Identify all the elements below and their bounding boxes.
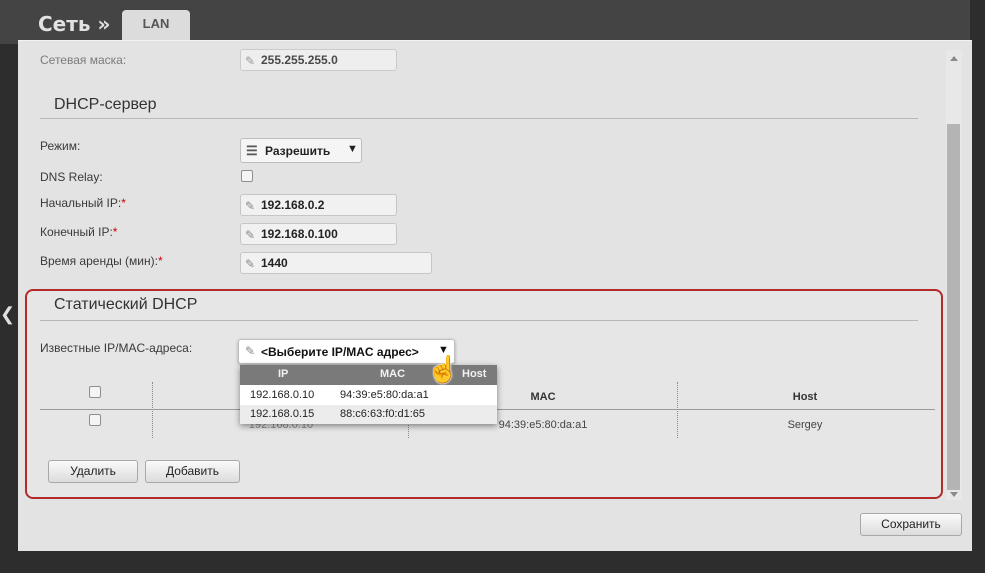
divider [40,320,918,321]
scrollbar[interactable] [946,50,962,500]
delete-button[interactable]: Удалить [48,460,138,483]
top-bar: Сеть » LAN [0,0,970,44]
scroll-down-icon[interactable] [950,492,958,497]
add-button[interactable]: Добавить [145,460,240,483]
column-separator [152,382,153,438]
pencil-icon: ✎ [245,257,256,271]
row-checkbox[interactable] [89,414,101,426]
back-arrow-icon[interactable]: ❮ [0,305,15,323]
dhcp-server-title: DHCP-сервер [54,96,157,113]
divider [40,118,918,119]
row-host: Sergey [787,419,823,431]
dropdown-header-ip: IP [278,368,289,380]
dropdown-arrow-icon: ▼ [347,143,358,155]
dns-relay-label: DNS Relay: [40,170,103,184]
select-all-checkbox[interactable] [89,386,101,398]
list-icon: ☰ [246,143,258,158]
dropdown-option[interactable]: 192.168.0.10 94:39:e5:80:da:a1 [240,386,497,405]
netmask-label: Сетевая маска: [40,53,127,67]
column-header-host: Host [792,391,818,403]
static-dhcp-title: Статический DHCP [54,296,198,313]
lease-label: Время аренды (мин):* [40,254,163,268]
tab-lan[interactable]: LAN [122,10,190,44]
netmask-field[interactable]: ✎ 255.255.255.0 [240,49,397,71]
scroll-up-icon[interactable] [950,56,958,61]
pencil-icon: ✎ [245,199,256,213]
pencil-icon: ✎ [245,228,256,242]
known-addresses-label: Известные IP/MAC-адреса: [40,341,193,355]
start-ip-label: Начальный IP:* [40,196,126,210]
lease-field[interactable]: ✎ 1440 [240,252,432,274]
ip-mac-select[interactable]: ✎ <Выберите IP/MAC адрес> ▼ [238,339,455,364]
mode-select[interactable]: ☰ Разрешить ▼ [240,138,362,163]
scrollbar-thumb[interactable] [947,124,960,490]
end-ip-label: Конечный IP:* [40,225,118,239]
save-button[interactable]: Сохранить [860,513,962,536]
column-separator [677,382,678,438]
start-ip-field[interactable]: ✎ 192.168.0.2 [240,194,397,216]
column-header-mac: MAC [530,391,556,403]
dns-relay-checkbox[interactable] [241,170,253,182]
dropdown-option[interactable]: 192.168.0.15 88:c6:63:f0:d1:65 [240,405,497,424]
dropdown-header-mac: MAC [380,368,406,380]
pencil-icon: ✎ [245,344,256,358]
row-mac: 94:39:e5:80:da:a1 [498,419,588,431]
hand-cursor-icon: ☝ [427,354,460,384]
end-ip-field[interactable]: ✎ 192.168.0.100 [240,223,397,245]
dropdown-header-host: Host [462,368,487,380]
mode-label: Режим: [40,139,81,153]
page-title: Сеть » [38,12,111,36]
pencil-icon: ✎ [245,54,256,68]
